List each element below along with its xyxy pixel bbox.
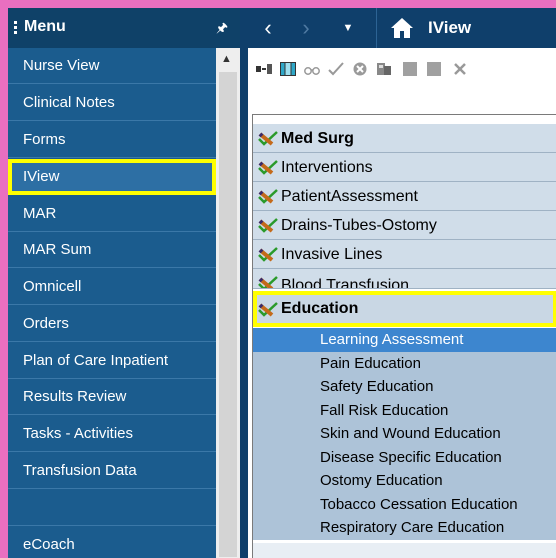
toolbar xyxy=(248,48,556,88)
square-icon[interactable] xyxy=(402,62,418,76)
menu-item-iview[interactable]: IView xyxy=(8,159,216,195)
documentation-pen-icon xyxy=(258,189,278,204)
section-label: Safety Education xyxy=(320,378,434,395)
section-disease-specific-education[interactable]: Disease Specific Education xyxy=(253,446,556,470)
delete-icon[interactable] xyxy=(352,62,368,76)
menu-item-results-review[interactable]: Results Review xyxy=(8,379,216,415)
scroll-up-icon[interactable]: ▲ xyxy=(221,53,232,65)
page-title: IView xyxy=(428,18,472,37)
menu-header: Menu 🖈 xyxy=(8,8,240,48)
home-icon[interactable] xyxy=(390,17,414,39)
band-interventions[interactable]: Interventions xyxy=(253,153,556,182)
menu-scrollbar[interactable]: ▲ xyxy=(216,48,240,558)
pin-icon[interactable]: 🖈 xyxy=(216,19,228,41)
band-label: Education xyxy=(281,300,359,317)
documentation-pen-icon xyxy=(258,276,278,288)
section-label: Skin and Wound Education xyxy=(320,425,501,442)
close-icon[interactable] xyxy=(452,62,468,76)
table-icon[interactable] xyxy=(280,62,296,76)
iview-window: Menu 🖈 Nurse View Clinical Notes Forms I… xyxy=(8,8,556,558)
scroll-thumb[interactable] xyxy=(219,72,237,557)
square-icon[interactable] xyxy=(426,62,442,76)
documentation-pen-icon xyxy=(258,247,278,262)
section-label: Respiratory Care Education xyxy=(320,519,505,536)
band-label: Interventions xyxy=(281,159,373,176)
top-navigation: ‹ › ▼ IView xyxy=(240,8,556,48)
section-pain-education[interactable]: Pain Education xyxy=(253,352,556,376)
documentation-pen-icon xyxy=(258,160,278,175)
forward-icon[interactable]: › xyxy=(296,14,316,42)
section-skin-wound-education[interactable]: Skin and Wound Education xyxy=(253,422,556,446)
band-label: Blood Transfusion xyxy=(281,277,410,289)
documentation-pen-icon xyxy=(258,131,278,146)
documentation-pen-icon xyxy=(258,218,278,233)
documentation-pen-icon xyxy=(258,302,278,317)
band-blood-transfusion[interactable]: Blood Transfusion xyxy=(253,269,556,289)
section-label: Fall Risk Education xyxy=(320,402,449,419)
section-label: Learning Assessment xyxy=(320,331,464,348)
band-med-surg[interactable]: Med Surg xyxy=(253,124,556,153)
band-label: PatientAssessment xyxy=(281,188,418,205)
navigator-pane: Med Surg Interventions PatientAssessment xyxy=(252,114,556,558)
band-drains-tubes-ostomy[interactable]: Drains-Tubes-Ostomy xyxy=(253,211,556,240)
menu-item-mar-sum[interactable]: MAR Sum xyxy=(8,232,216,268)
pane-blank-area xyxy=(253,543,556,558)
nav-divider xyxy=(376,8,377,48)
section-learning-assessment[interactable]: Learning Assessment xyxy=(253,328,556,352)
menu-item-tasks-activities[interactable]: Tasks - Activities xyxy=(8,416,216,452)
band-label: Drains-Tubes-Ostomy xyxy=(281,217,437,234)
section-respiratory-care-education[interactable]: Respiratory Care Education xyxy=(253,516,556,540)
menu-item-mar[interactable]: MAR xyxy=(8,196,216,232)
band-invasive-lines[interactable]: Invasive Lines xyxy=(253,240,556,269)
section-tobacco-cessation-education[interactable]: Tobacco Cessation Education xyxy=(253,493,556,517)
section-label: Pain Education xyxy=(320,355,421,372)
menu-item-plan-of-care[interactable]: Plan of Care Inpatient xyxy=(8,343,216,379)
menu-title: Menu xyxy=(24,18,66,35)
band-label: Invasive Lines xyxy=(281,246,383,263)
band-patient-assessment[interactable]: PatientAssessment xyxy=(253,182,556,211)
iview-content: Med Surg Interventions PatientAssessment xyxy=(248,48,556,558)
menu-item-forms[interactable]: Forms xyxy=(8,122,216,158)
section-fall-risk-education[interactable]: Fall Risk Education xyxy=(253,399,556,423)
menu-list: Nurse View Clinical Notes Forms IView MA… xyxy=(8,48,216,558)
dropdown-icon[interactable]: ▼ xyxy=(338,14,358,42)
menu-item-transfusion-data[interactable]: Transfusion Data xyxy=(8,453,216,489)
band-education[interactable]: Education xyxy=(253,291,556,327)
section-label: Disease Specific Education xyxy=(320,449,502,466)
menu-item-orders[interactable]: Orders xyxy=(8,306,216,342)
checkmark-icon[interactable] xyxy=(328,62,344,76)
print-icon[interactable] xyxy=(376,62,392,76)
menu-item-omnicell[interactable]: Omnicell xyxy=(8,269,216,305)
section-label: Ostomy Education xyxy=(320,472,443,489)
section-label: Tobacco Cessation Education xyxy=(320,496,518,513)
menu-item-empty xyxy=(8,490,216,526)
band-label: Med Surg xyxy=(281,130,354,147)
menu-item-nurse-view[interactable]: Nurse View xyxy=(8,48,216,84)
grip-icon xyxy=(14,21,17,35)
section-safety-education[interactable]: Safety Education xyxy=(253,375,556,399)
menu-item-clinical-notes[interactable]: Clinical Notes xyxy=(8,85,216,121)
flowsheet-icon[interactable] xyxy=(256,62,272,76)
glasses-icon[interactable] xyxy=(304,62,320,76)
section-ostomy-education[interactable]: Ostomy Education xyxy=(253,469,556,493)
back-icon[interactable]: ‹ xyxy=(258,14,278,42)
menu-item-ecoach[interactable]: eCoach xyxy=(8,527,216,558)
side-menu: Menu 🖈 Nurse View Clinical Notes Forms I… xyxy=(8,8,240,558)
